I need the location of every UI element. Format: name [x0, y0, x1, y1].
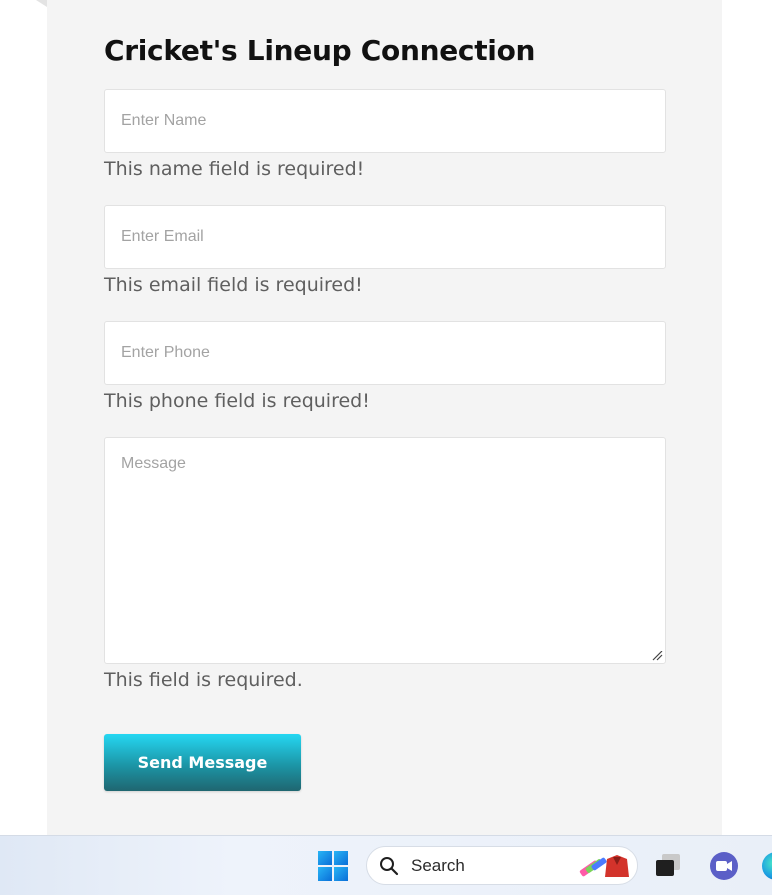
search-icon — [380, 857, 399, 876]
meet-video-icon[interactable] — [708, 851, 740, 881]
search-highlight-art-icon — [579, 855, 629, 877]
message-textarea[interactable] — [104, 437, 666, 664]
edge-browser-icon[interactable] — [762, 852, 772, 880]
send-message-button[interactable]: Send Message — [104, 734, 301, 791]
taskbar-search-box[interactable]: Search — [366, 846, 638, 885]
windows-start-icon[interactable] — [318, 851, 348, 881]
phone-error: This phone field is required! — [104, 390, 370, 412]
name-error: This name field is required! — [104, 158, 365, 180]
task-view-icon[interactable] — [654, 853, 682, 879]
form-title: Cricket's Lineup Connection — [104, 34, 536, 67]
message-error: This field is required. — [104, 669, 303, 691]
email-error: This email field is required! — [104, 274, 363, 296]
resize-handle-icon[interactable] — [652, 651, 663, 661]
email-input[interactable] — [104, 205, 666, 269]
name-input[interactable] — [104, 89, 666, 153]
search-label: Search — [411, 856, 465, 875]
panel-corner-decoration — [36, 0, 47, 7]
taskbar: Search — [0, 835, 772, 895]
phone-input[interactable] — [104, 321, 666, 385]
